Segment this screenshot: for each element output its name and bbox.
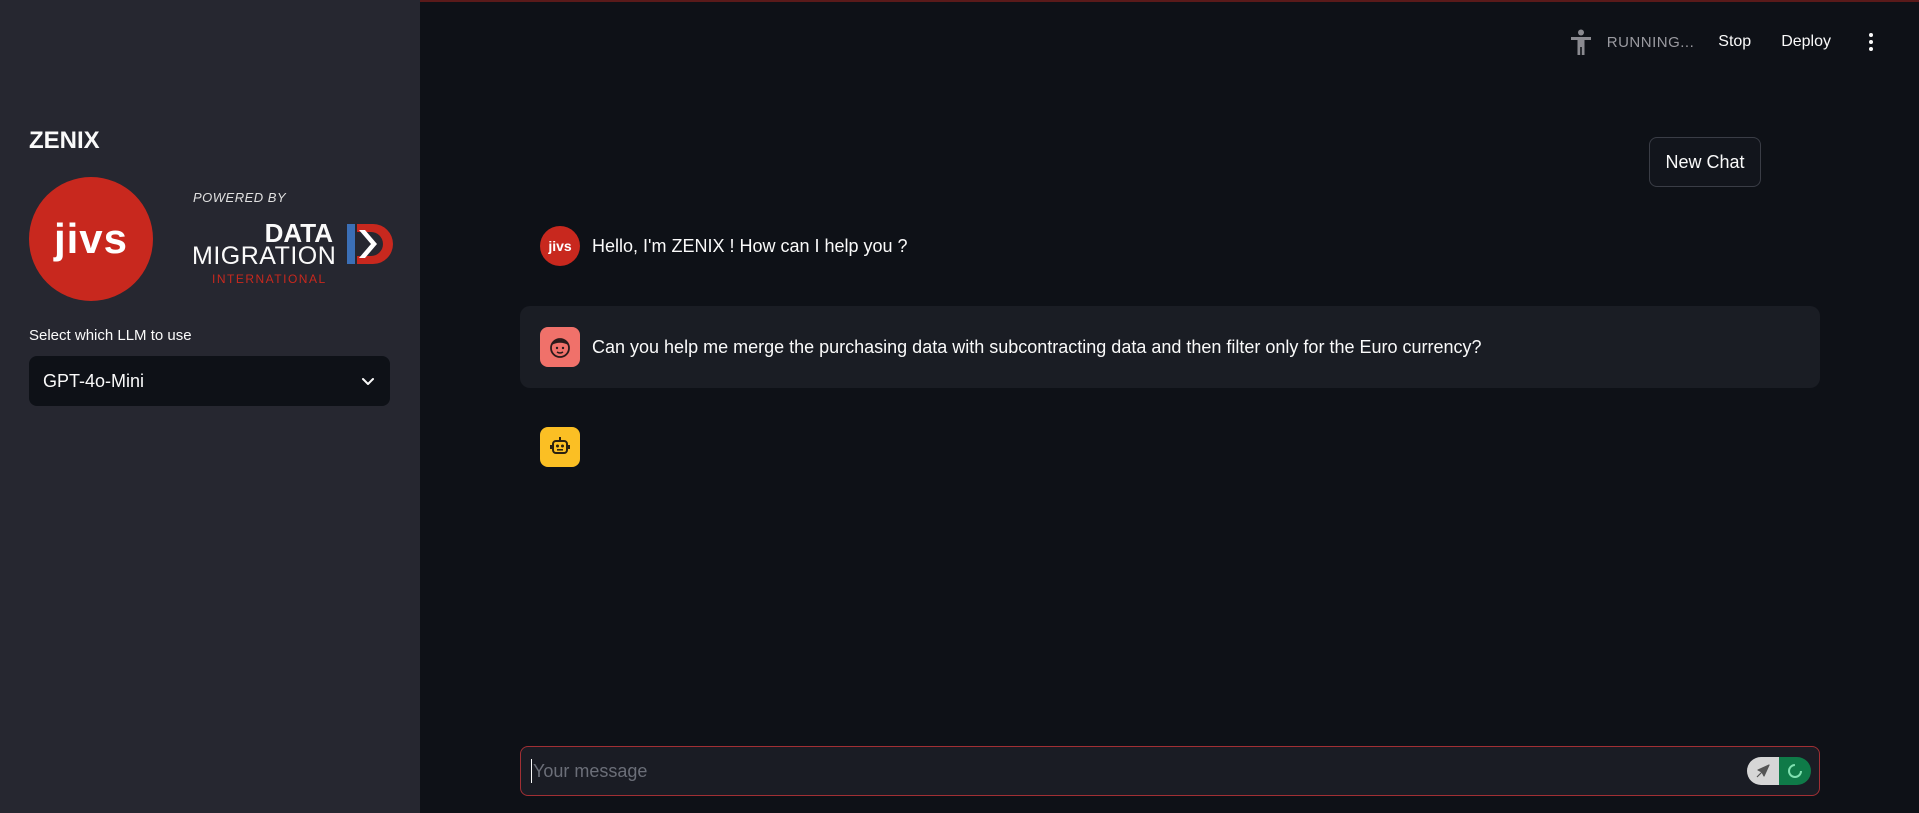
message-input[interactable] — [533, 760, 1747, 782]
running-status: RUNNING... — [1606, 33, 1695, 51]
send-icon[interactable] — [1747, 757, 1779, 785]
sidebar: ZENIX jivs POWERED BY DATA MIGRATION INT… — [0, 0, 420, 813]
stop-button[interactable]: Stop — [1718, 33, 1751, 51]
chevron-down-icon — [362, 378, 374, 385]
dmi-logo-line2: MIGRATION — [192, 242, 337, 270]
assistant-avatar-text: jivs — [548, 238, 572, 254]
kebab-menu-icon[interactable] — [1861, 30, 1881, 54]
chat-message: jivs Hello, I'm ZENIX ! How can I help y… — [540, 226, 908, 266]
llm-select-label: Select which LLM to use — [29, 327, 192, 344]
jivs-logo: jivs — [29, 177, 153, 301]
header-toolbar: RUNNING... Stop Deploy — [1567, 28, 1881, 56]
chat-message: Can you help me merge the purchasing dat… — [540, 327, 1482, 367]
text-caret — [531, 759, 532, 783]
llm-select-value: GPT-4o-Mini — [43, 370, 145, 391]
assistant-avatar: jivs — [540, 226, 580, 266]
data-migration-international-logo: POWERED BY DATA MIGRATION INTERNATIONAL — [188, 190, 393, 286]
accessibility-icon — [1570, 29, 1591, 55]
chat-input-container — [520, 746, 1820, 796]
message-text: Can you help me merge the purchasing dat… — [592, 336, 1482, 357]
chat-message-pending — [540, 427, 580, 467]
robot-icon — [540, 427, 580, 467]
spinner-icon — [1779, 757, 1811, 785]
powered-by-label: POWERED BY — [193, 190, 287, 205]
deploy-button[interactable]: Deploy — [1781, 33, 1831, 51]
dmi-mark-icon — [347, 224, 393, 264]
llm-select[interactable]: GPT-4o-Mini — [29, 356, 390, 406]
dmi-logo-line3: INTERNATIONAL — [212, 272, 327, 286]
send-controls — [1747, 757, 1811, 785]
user-face-icon — [540, 327, 580, 367]
jivs-logo-text: jivs — [53, 215, 129, 262]
app-title: ZENIX — [29, 127, 100, 154]
message-text: Hello, I'm ZENIX ! How can I help you ? — [592, 235, 908, 256]
new-chat-button[interactable]: New Chat — [1649, 137, 1761, 187]
